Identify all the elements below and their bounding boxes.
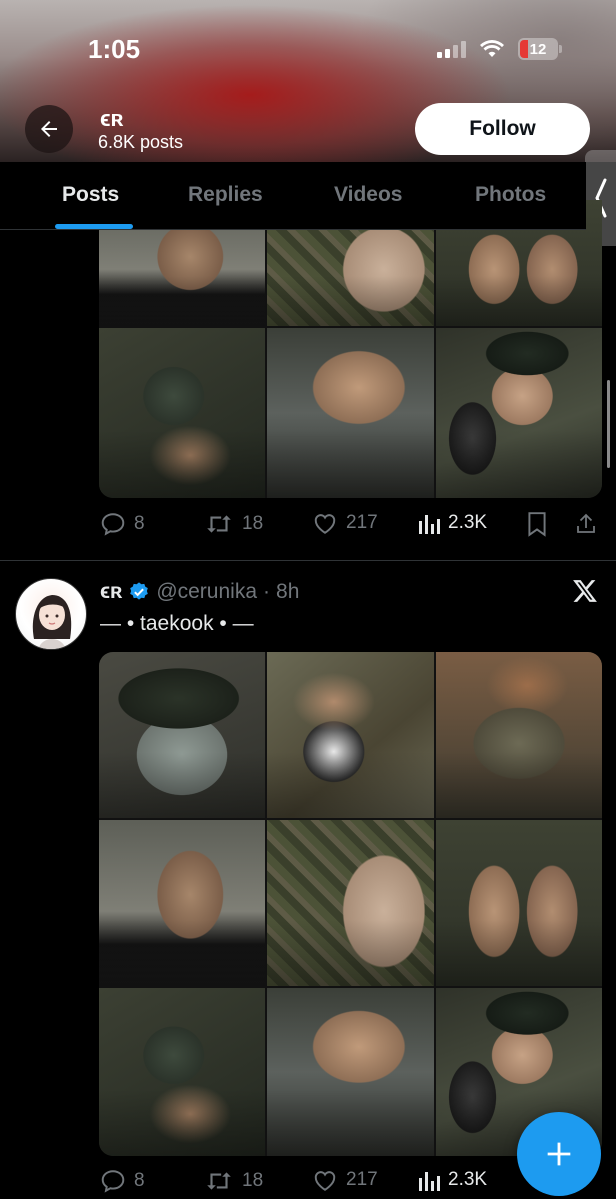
compose-plus-icon: [547, 1142, 571, 1166]
profile-header: 1:05 12 ϵʀ 6.8K posts Follow: [0, 0, 616, 162]
profile-name: ϵʀ: [100, 106, 124, 131]
media-image[interactable]: [267, 820, 434, 986]
tweet-text: — • taekook • —: [100, 612, 254, 635]
views-icon: [419, 515, 440, 534]
share-icon: [577, 513, 595, 533]
reply-icon: [101, 513, 125, 536]
repost-button[interactable]: 18: [204, 511, 263, 537]
post-media-grid[interactable]: [99, 200, 602, 498]
reply-count: 8: [134, 1170, 145, 1191]
repost-icon: [207, 1172, 231, 1190]
media-image[interactable]: [267, 652, 434, 818]
wifi-icon: [480, 40, 504, 57]
media-image[interactable]: [435, 820, 602, 986]
reply-count: 8: [134, 513, 145, 534]
repost-icon: [207, 515, 231, 533]
media-image[interactable]: [267, 988, 434, 1156]
bookmark-button[interactable]: [526, 511, 548, 537]
views-icon: [419, 1172, 440, 1191]
media-image[interactable]: [435, 652, 602, 818]
bookmark-icon: [528, 512, 546, 537]
avatar-illustration: [32, 595, 72, 649]
like-count: 217: [346, 1169, 378, 1190]
tab-replies-label[interactable]: Replies: [188, 183, 263, 207]
back-button[interactable]: [25, 105, 73, 153]
tab-photos-label[interactable]: Photos: [475, 183, 546, 207]
media-image[interactable]: [99, 328, 266, 498]
tweet-header: ϵʀ @cerunika · 8h: [100, 580, 299, 604]
signal-icon: [437, 40, 466, 58]
author-handle[interactable]: @cerunika: [156, 580, 257, 604]
views-button[interactable]: 2.3K: [418, 1168, 487, 1192]
author-name[interactable]: ϵʀ: [100, 580, 122, 604]
tab-videos-label[interactable]: Videos: [334, 183, 402, 207]
repost-count: 18: [242, 1170, 264, 1191]
status-icons: 12: [437, 38, 562, 60]
tab-posts-label[interactable]: Posts: [62, 183, 119, 207]
like-button[interactable]: 217: [312, 511, 378, 535]
scrollbar-thumb[interactable]: [607, 380, 610, 468]
view-count: 2.3K: [448, 512, 488, 533]
media-image[interactable]: [99, 652, 266, 818]
post-divider: [0, 560, 616, 561]
profile-tabs-overlay: Posts Replies Videos Photos: [0, 162, 586, 230]
back-arrow-icon: [41, 121, 57, 137]
battery-icon: 12: [518, 38, 562, 60]
media-image[interactable]: [267, 328, 434, 498]
avatar[interactable]: [15, 578, 87, 650]
compose-button[interactable]: [517, 1112, 601, 1196]
follow-button[interactable]: Follow: [415, 103, 590, 155]
reply-button[interactable]: 8: [100, 511, 145, 537]
post-count: 6.8K posts: [98, 132, 184, 152]
like-icon: [314, 1171, 336, 1191]
verified-icon: [130, 582, 149, 600]
view-count: 2.3K: [448, 1169, 488, 1190]
like-count: 217: [346, 512, 378, 533]
repost-count: 18: [242, 513, 264, 534]
media-image[interactable]: [435, 328, 602, 498]
like-icon: [314, 514, 336, 534]
repost-button[interactable]: 18: [204, 1168, 263, 1194]
share-button[interactable]: [574, 511, 598, 537]
media-image[interactable]: [99, 988, 266, 1156]
views-button[interactable]: 2.3K: [418, 511, 487, 535]
x-logo-icon: [573, 580, 597, 602]
media-image[interactable]: [99, 820, 266, 986]
reply-icon: [101, 1170, 125, 1193]
reply-button[interactable]: 8: [100, 1168, 145, 1194]
battery-level: 12: [529, 40, 547, 58]
post-actions: 8 18 217 2.3K: [100, 511, 600, 541]
status-time: 1:05: [88, 34, 141, 64]
post-media-grid[interactable]: [99, 652, 602, 1156]
meta-separator: ·: [263, 580, 271, 603]
like-button[interactable]: 217: [312, 1168, 378, 1192]
active-tab-underline: [55, 224, 133, 229]
post-time[interactable]: 8h: [276, 580, 299, 604]
